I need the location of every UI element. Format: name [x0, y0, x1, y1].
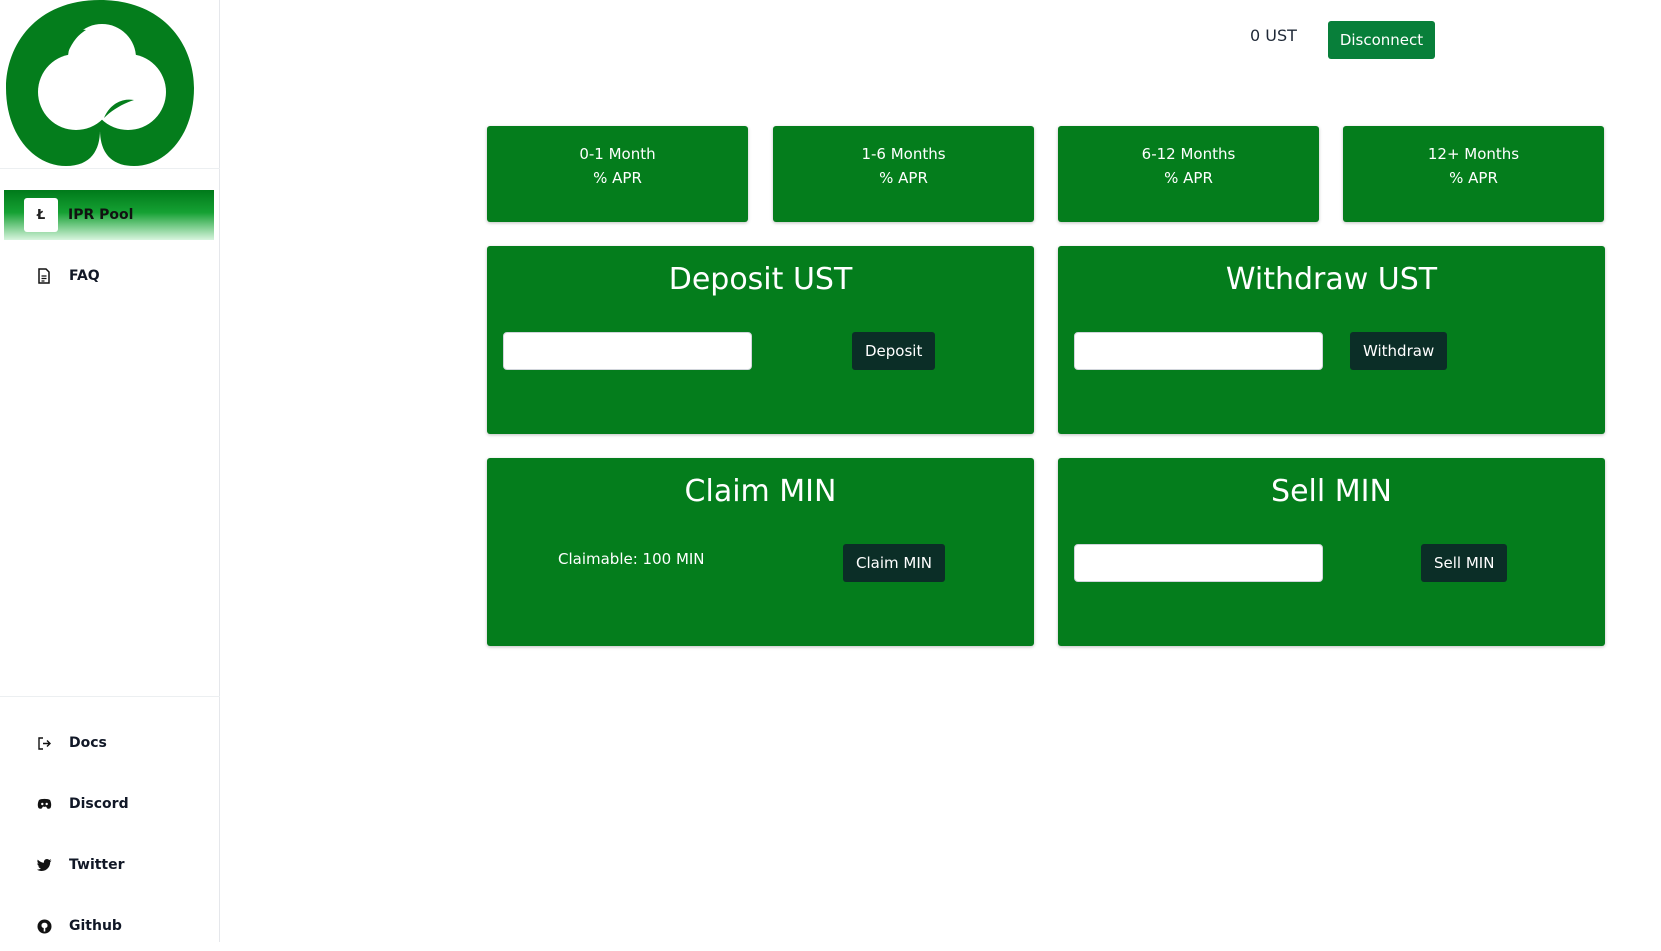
apr-card: 0-1 Month % APR	[487, 126, 748, 222]
apr-card-period: 12+ Months	[1427, 145, 1520, 163]
sidebar-link-discord[interactable]: Discord	[4, 779, 214, 829]
clover-logo-icon	[6, 0, 194, 166]
sell-amount-input[interactable]	[1074, 544, 1323, 582]
claimable-amount: Claimable: 100 MIN	[558, 550, 705, 568]
apr-card-value: % APR	[1449, 169, 1498, 187]
claim-min-button[interactable]: Claim MIN	[843, 544, 945, 582]
github-icon	[34, 916, 54, 936]
apr-card-period: 0-1 Month	[579, 145, 656, 163]
deposit-button[interactable]: Deposit	[852, 332, 936, 370]
claim-panel: Claim MIN Claimable: 100 MIN Claim MIN	[487, 458, 1034, 646]
apr-card-value: % APR	[1164, 169, 1213, 187]
apr-card: 6-12 Months % APR	[1058, 126, 1319, 222]
apr-card: 12+ Months % APR	[1343, 126, 1604, 222]
sidebar-item-faq[interactable]: FAQ	[4, 251, 214, 301]
deposit-title: Deposit UST	[668, 262, 853, 297]
deposit-amount-input[interactable]	[503, 332, 752, 370]
apr-card-value: % APR	[879, 169, 928, 187]
withdraw-amount-input[interactable]	[1074, 332, 1323, 370]
twitter-icon	[34, 855, 54, 875]
apr-card-period: 6-12 Months	[1141, 145, 1236, 163]
sidebar-link-twitter[interactable]: Twitter	[4, 840, 214, 890]
sidebar: Ł IPR Pool FAQ Docs Discord Twitter Gith…	[0, 0, 220, 942]
sidebar-item-label: FAQ	[69, 268, 100, 284]
apr-card: 1-6 Months % APR	[773, 126, 1034, 222]
withdraw-button[interactable]: Withdraw	[1350, 332, 1448, 370]
withdraw-title: Withdraw UST	[1225, 262, 1438, 297]
withdraw-panel: Withdraw UST Withdraw	[1058, 246, 1605, 434]
sidebar-link-label: Github	[69, 918, 122, 934]
discord-icon	[34, 794, 54, 814]
disconnect-button[interactable]: Disconnect	[1328, 21, 1435, 59]
sell-panel: Sell MIN Sell MIN	[1058, 458, 1605, 646]
sidebar-item-label: IPR Pool	[68, 207, 134, 223]
sell-min-button[interactable]: Sell MIN	[1421, 544, 1508, 582]
sign-out-icon	[34, 733, 54, 753]
deposit-panel: Deposit UST Deposit	[487, 246, 1034, 434]
claim-title: Claim MIN	[684, 474, 837, 509]
document-icon	[34, 266, 54, 286]
sidebar-link-label: Twitter	[69, 857, 125, 873]
logo[interactable]	[0, 0, 220, 169]
sidebar-link-docs[interactable]: Docs	[4, 718, 214, 768]
sidebar-item-ipr-pool[interactable]: Ł IPR Pool	[4, 190, 214, 240]
sidebar-link-label: Docs	[69, 735, 107, 751]
wallet-balance: 0 UST	[1250, 26, 1297, 45]
apr-card-value: % APR	[593, 169, 642, 187]
apr-card-period: 1-6 Months	[861, 145, 946, 163]
sidebar-link-github[interactable]: Github	[4, 901, 214, 951]
pool-icon: Ł	[24, 198, 58, 232]
sell-title: Sell MIN	[1271, 474, 1392, 509]
sidebar-link-label: Discord	[69, 796, 129, 812]
sidebar-divider	[0, 696, 220, 697]
